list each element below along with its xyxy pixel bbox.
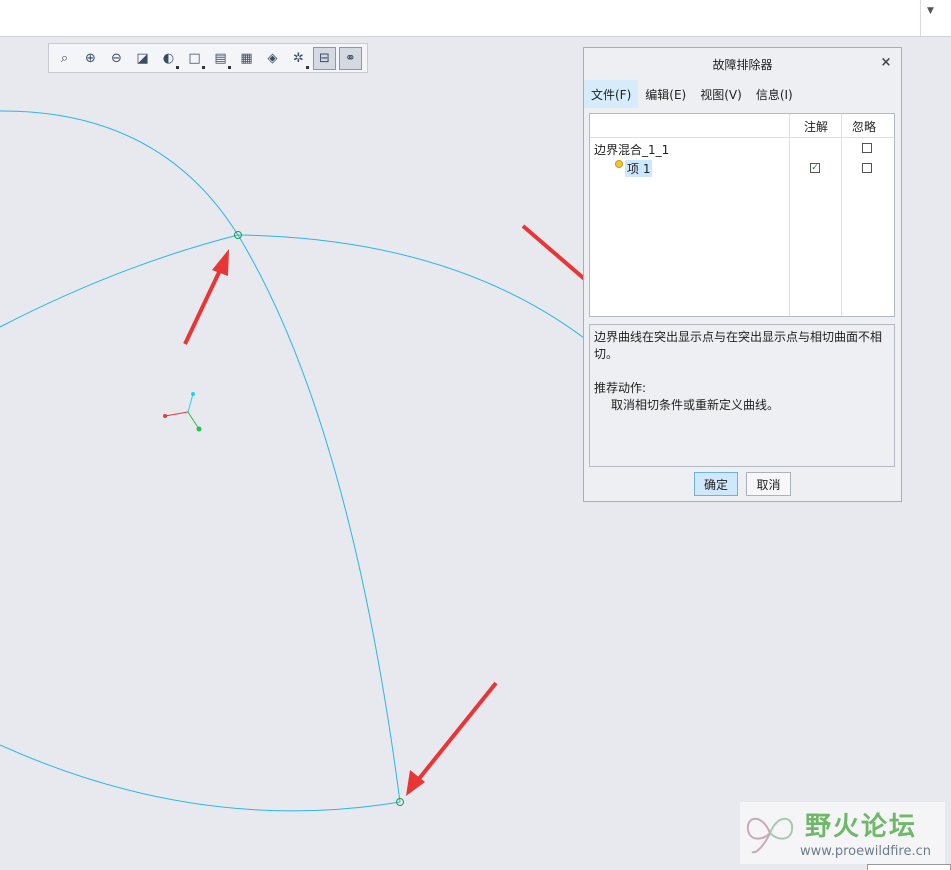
watermark: 野火论坛 www.proewildfire.cn [740,802,945,864]
view-manager-icon[interactable]: ▤ [209,47,232,70]
top-bar: ▼ [0,0,951,37]
saved-orientation-icon[interactable]: □ [183,47,206,70]
ignore-checkbox-feature[interactable] [862,143,872,153]
boundary-curve-left [0,234,239,328]
cancel-button[interactable]: 取消 [746,472,791,496]
red-arrow-bottom [406,681,498,796]
column-divider [789,114,790,316]
coordinate-triad [163,392,202,432]
issue-tree[interactable]: 注解 忽略 边界混合_1_1 项 1 ✓ [589,113,895,317]
menu-file[interactable]: 文件(F) [584,80,639,108]
display-style-icon[interactable]: ◐ [157,47,180,70]
dropdown-caret-icon[interactable]: ▼ [927,6,934,16]
zoom-in-icon[interactable]: ⊕ [79,47,102,70]
dialog-title: 故障排除器 [712,57,773,72]
section-icon[interactable]: ◈ [261,47,284,70]
menu-info[interactable]: 信息(I) [749,80,800,108]
menu-edit[interactable]: 编辑(E) [638,80,693,108]
refit-icon[interactable]: ⌕ [53,47,76,70]
boundary-curve-right [237,234,585,339]
view-toolbar: ⌕ ⊕ ⊖ ◪ ◐ □ ▤ ▦ ◈ ✲ ⊟ ⚭ [48,43,368,73]
column-divider [841,114,842,316]
close-icon[interactable]: × [879,56,893,70]
troubleshooter-dialog: 故障排除器 × 文件(F) 编辑(E) 视图(V) 信息(I) 注解 忽略 边界… [583,47,902,502]
boundary-curve-top [0,110,239,236]
bottom-tab[interactable] [867,864,951,870]
repaint-icon[interactable]: ◪ [131,47,154,70]
top-bar-separator [920,0,921,36]
connect-points-icon[interactable]: ⚭ [339,46,362,70]
datum-display-icon[interactable]: ✲ [287,47,310,70]
red-arrow-top [183,249,229,345]
ignore-checkbox-item-1[interactable] [862,163,872,173]
boundary-curve-bottom [0,744,401,812]
column-annotation[interactable]: 注解 [804,118,828,135]
message-panel: 边界曲线在突出显示点与在突出显示点与相切曲面不相切。 推荐动作: 取消相切条件或… [589,324,895,467]
tree-header [590,114,894,138]
item-status-icon [615,160,623,168]
watermark-logo-icon [746,817,794,854]
highlight-toggle-icon[interactable]: ⊟ [313,46,336,70]
column-ignore[interactable]: 忽略 [852,118,876,135]
watermark-url: www.proewildfire.cn [800,844,931,859]
tree-item-1[interactable]: 项 1 [625,160,653,177]
zoom-out-icon[interactable]: ⊖ [105,47,128,70]
recommended-action-text: 取消相切条件或重新定义曲线。 [611,398,780,412]
boundary-curve-middle [237,234,401,803]
annotation-checkbox-item-1[interactable]: ✓ [810,163,820,173]
perspective-icon[interactable]: ▦ [235,47,258,70]
tree-item-feature[interactable]: 边界混合_1_1 [594,141,669,158]
recommended-action-title: 推荐动作: [594,381,647,395]
message-description: 边界曲线在突出显示点与在突出显示点与相切曲面不相切。 [594,330,883,361]
dialog-menubar: 文件(F) 编辑(E) 视图(V) 信息(I) [584,80,901,108]
ok-button[interactable]: 确定 [694,472,738,496]
menu-view[interactable]: 视图(V) [693,80,749,108]
watermark-name: 野火论坛 [805,812,918,842]
